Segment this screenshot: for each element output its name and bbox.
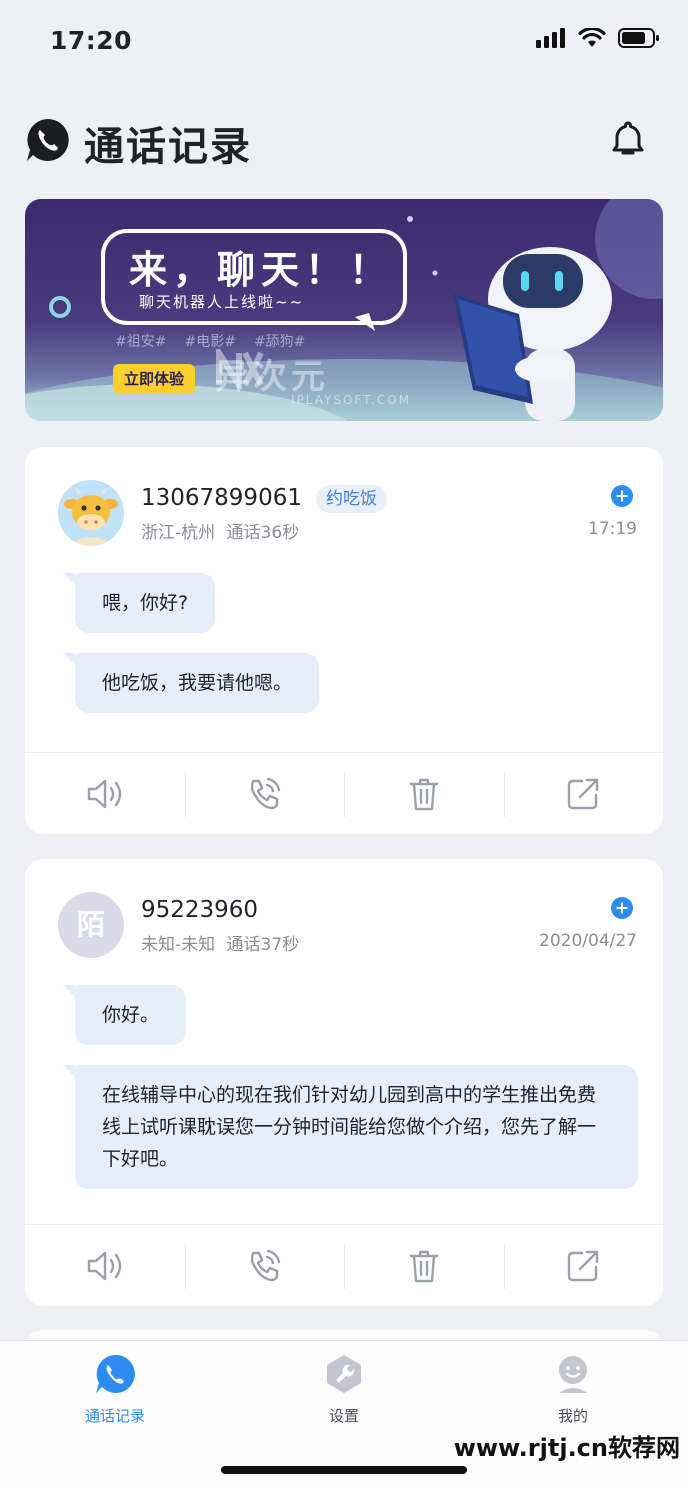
play-audio-button[interactable] [25, 1225, 185, 1306]
tab-settings[interactable]: 设置 [269, 1353, 419, 1426]
banner-headline: 来，聊天！！ [129, 248, 394, 292]
home-indicator[interactable] [221, 1466, 467, 1474]
add-contact-button[interactable] [611, 485, 633, 507]
try-now-button[interactable]: 立即体验 [113, 364, 195, 394]
page-title: 通话记录 [84, 124, 252, 170]
trash-icon [409, 778, 438, 810]
avatar [58, 480, 124, 546]
trash-icon [409, 1250, 438, 1282]
battery-icon [618, 28, 659, 48]
delete-button[interactable] [344, 1225, 504, 1306]
call-record-card[interactable]: 13067899061 约吃饭 浙江-杭州 通话36秒 17:19 喂，你好? … [25, 447, 663, 834]
share-button[interactable] [503, 1225, 664, 1306]
caller-number: 95223960 [141, 897, 259, 923]
call-meta: 浙江-杭州 通话36秒 [141, 518, 299, 543]
tab-label: 我的 [557, 1407, 588, 1425]
user-face-icon [559, 1356, 587, 1393]
status-bar: 17:20 [0, 0, 688, 84]
banner-subtitle: 聊天机器人上线啦~~ [139, 293, 305, 311]
banner-tags: #祖安# #电影# #舔狗# [115, 331, 305, 351]
share-button[interactable] [503, 753, 664, 834]
speaker-icon [87, 779, 121, 808]
call-time: 17:19 [588, 519, 637, 539]
call-meta: 未知-未知 通话37秒 [141, 930, 299, 955]
cellular-signal-icon [536, 28, 565, 48]
call-back-button[interactable] [184, 1225, 345, 1306]
watermark: 异次元 IPLAYSOFT.COM [215, 349, 409, 407]
phone-bubble-icon [96, 1354, 135, 1393]
transcript-message: 喂，你好? [62, 573, 216, 633]
caller-location: 未知-未知 [141, 935, 216, 955]
notification-bell-icon[interactable] [606, 118, 650, 162]
call-back-button[interactable] [184, 753, 345, 834]
cow-avatar-icon [64, 488, 118, 546]
tab-profile[interactable]: 我的 [498, 1353, 648, 1426]
app-logo-icon [27, 118, 69, 161]
call-duration: 通话36秒 [226, 523, 300, 543]
tab-label: 设置 [328, 1407, 359, 1425]
watermark-logo-icon [216, 349, 264, 389]
wrench-icon [327, 1355, 361, 1393]
watermark-url: IPLAYSOFT.COM [291, 393, 411, 407]
banner-tag: #祖安# [115, 334, 167, 350]
call-record-card[interactable]: 陌 95223960 未知-未知 通话37秒 2020/04/27 你好。 在线… [25, 859, 663, 1306]
phone-call-icon [251, 777, 281, 809]
banner-tag: #电影# [184, 334, 236, 350]
page-header: 通话记录 [0, 100, 688, 180]
card-actions [25, 752, 663, 834]
status-icons [536, 28, 660, 48]
caller-tag[interactable]: 约吃饭 [316, 485, 387, 513]
promo-banner[interactable]: 来，聊天！！ 聊天机器人上线啦~~ #祖安# #电影# #舔狗# 立即体验 异次… [25, 199, 663, 421]
caller-location: 浙江-杭州 [141, 523, 216, 543]
speaker-icon [87, 1251, 121, 1280]
transcript-message: 你好。 [62, 985, 187, 1045]
call-duration: 通话37秒 [226, 935, 300, 955]
tab-call-records[interactable]: 通话记录 [40, 1353, 190, 1426]
caller-number: 13067899061 [141, 485, 302, 511]
tab-label: 通话记录 [84, 1407, 145, 1425]
wifi-icon [578, 28, 606, 47]
share-icon [568, 778, 599, 809]
card-actions [25, 1224, 663, 1306]
play-audio-button[interactable] [25, 753, 185, 834]
status-time: 17:20 [50, 26, 133, 55]
transcript-message: 在线辅导中心的现在我们针对幼儿园到高中的学生推出免费线上试听课耽误您一分钟时间能… [63, 1065, 638, 1189]
delete-button[interactable] [344, 753, 504, 834]
call-time: 2020/04/27 [539, 931, 637, 951]
add-contact-button[interactable] [611, 897, 633, 919]
site-watermark: www.rjtj.cn软荐网 [453, 1434, 680, 1462]
phone-call-icon [251, 1249, 281, 1281]
share-icon [568, 1250, 599, 1281]
banner-tag: #舔狗# [253, 334, 306, 350]
transcript-message: 他吃饭，我要请他嗯。 [62, 653, 320, 713]
avatar: 陌 [58, 892, 124, 958]
